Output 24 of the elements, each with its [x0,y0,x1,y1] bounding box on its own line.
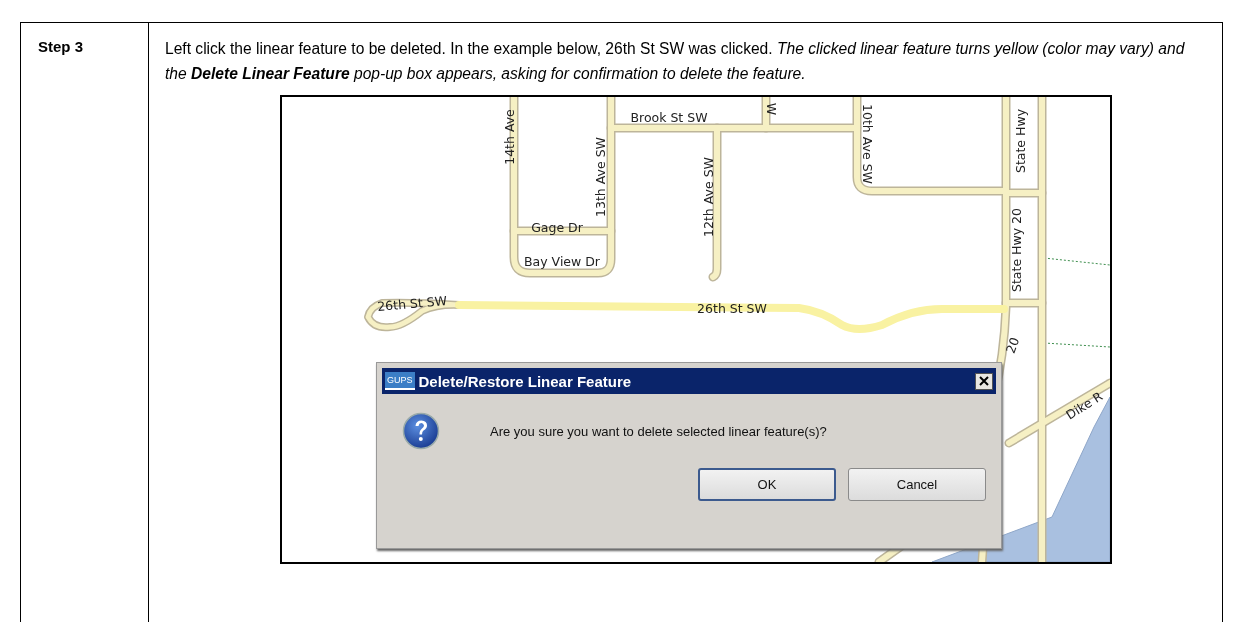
street-label: State Hwy [1013,108,1028,174]
street-label: 12th Ave SW [701,157,716,237]
dialog-button[interactable]: OK [698,468,836,501]
street-label: 26th St SW [376,293,448,314]
dialog-button[interactable]: Cancel [848,468,986,501]
street-label: 14th Ave [502,109,517,165]
instruction-text: Left click the linear feature to be deleted. In the example below, 26th St SW was clicked. The clicked linear feature turns yellow (color may vary) and the Delete Linear Feature pop-up box appears, asking for confirmation to delete the feature. [165,39,1186,84]
dialog-message: Are you sure you want to delete selected linear feature(s)? [490,423,827,439]
street-label: 20 [1002,335,1023,356]
street-label: Gage Dr [531,220,583,235]
street-label: State Hwy 20 [1009,208,1024,292]
close-button[interactable] [975,372,993,390]
step-label: Step 3 [38,38,83,55]
dialog-title: Delete/Restore Linear Feature [418,372,633,390]
street-label: 13th Ave SW [593,137,608,217]
street-label: Bay View Dr [524,254,600,269]
question-icon [402,412,440,450]
street-label: 10th Ave SW [860,104,875,184]
street-label: Dike R [1063,388,1106,423]
street-label: Brook St SW [630,110,708,125]
app-logo-icon: GUPS [385,372,415,390]
street-label: W [764,102,779,116]
street-label: 26th St SW [697,301,767,316]
close-icon [979,376,989,386]
